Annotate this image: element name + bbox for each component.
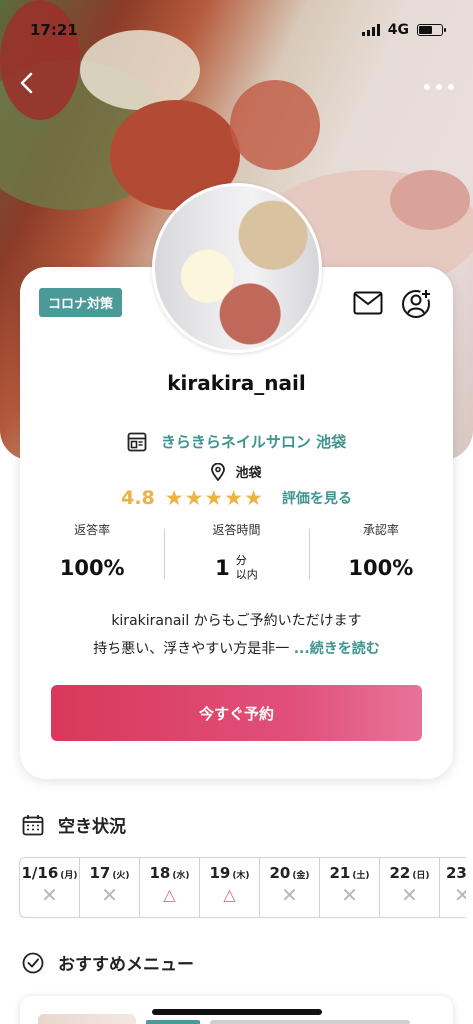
day-of-week: (月)	[60, 871, 78, 881]
description-line: 持ち悪い、浮きやすい方是非一	[93, 641, 290, 657]
menu-thumbnail	[38, 1014, 136, 1024]
day-date: 18	[149, 864, 171, 882]
status-bar: 17:21 4G	[30, 18, 446, 42]
day-cell[interactable]: 20 (金) ✕	[259, 857, 320, 918]
network-type: 4G	[387, 22, 409, 38]
day-cell[interactable]: 22 (日) ✕	[379, 857, 440, 918]
day-date: 21	[329, 864, 351, 882]
more-dots-icon[interactable]	[423, 72, 455, 97]
location-text: 池袋	[235, 466, 262, 481]
salon-name: きらきらネイルサロン 池袋	[160, 433, 347, 451]
day-cell[interactable]: 17 (火) ✕	[79, 857, 140, 918]
stat-unit-top: 分	[235, 554, 247, 567]
avatar[interactable]	[152, 183, 322, 353]
check-circle-icon	[22, 952, 44, 973]
availability-title: 空き状況	[22, 812, 126, 837]
menu-tag	[146, 1020, 200, 1024]
availability-mark: △	[163, 885, 176, 904]
salon-link[interactable]: きらきらネイルサロン 池袋	[20, 431, 453, 452]
home-indicator	[152, 1009, 322, 1015]
rating-stars: ★★★★★	[164, 486, 264, 510]
rating-value: 4.8	[121, 487, 155, 509]
signal-icon	[361, 24, 380, 36]
day-date: 20	[269, 864, 291, 882]
stats-row: 返答率 100% 返答時間 1 分 以内 承認率 100%	[20, 521, 453, 586]
day-cell[interactable]: 19 (木) △	[199, 857, 260, 918]
stat-value: 100%	[59, 556, 125, 580]
day-cell[interactable]: 18 (水) △	[139, 857, 200, 918]
calendar-icon	[22, 814, 44, 835]
day-of-week: (木)	[232, 871, 250, 881]
stat-unit-bottom: 以内	[235, 568, 258, 581]
stat-value: 1	[215, 556, 230, 580]
stat-response-rate: 返答率 100%	[20, 521, 164, 586]
section-title-text: 空き状況	[58, 817, 126, 837]
availability-mark: ✕	[401, 883, 418, 907]
day-of-week: (金)	[292, 871, 310, 881]
rating-row: 4.8 ★★★★★ 評価を見る	[20, 486, 453, 510]
availability-mark: ✕	[341, 883, 358, 907]
corona-badge: コロナ対策	[39, 288, 123, 317]
day-of-week: (火)	[112, 871, 130, 881]
availability-days: 1/16 (月) ✕ 17 (火) ✕ 18 (水) △ 19 (木) △ 20 (金) ✕ 21(…	[19, 857, 466, 918]
stat-value: 100%	[348, 556, 414, 580]
availability-mark: ✕	[101, 883, 118, 907]
profile-description: kirakiranail からもご予約いただけます 持ち悪い、浮きやすい方是非一…	[20, 607, 453, 663]
location-pin-icon	[211, 462, 226, 481]
view-reviews-link[interactable]: 評価を見る	[282, 488, 352, 508]
chevron-left-icon[interactable]	[12, 68, 42, 98]
section-title-text: おすすめメニュー	[58, 955, 194, 975]
store-icon	[127, 432, 147, 451]
book-now-button[interactable]: 今すぐ予約	[51, 685, 422, 741]
day-date: 1/16	[21, 864, 59, 882]
day-date: 22	[389, 864, 411, 882]
follow-user-icon[interactable]	[401, 287, 433, 319]
description-line: kirakiranail からもご予約いただけます	[111, 613, 362, 629]
day-of-week: (水)	[172, 871, 190, 881]
stat-label: 返答時間	[212, 523, 261, 537]
stat-label: 承認率	[362, 523, 399, 537]
day-date: 19	[209, 864, 231, 882]
day-of-week: (日)	[412, 871, 430, 881]
menu-text	[210, 1020, 410, 1024]
stat-response-time: 返答時間 1 分 以内	[164, 521, 308, 586]
day-cell[interactable]: 21 (土) ✕	[319, 857, 380, 918]
day-date: 23	[446, 864, 466, 882]
status-time: 17:21	[30, 21, 78, 39]
availability-mark: △	[223, 885, 236, 904]
day-cell[interactable]: 23 ✕	[439, 857, 466, 918]
stat-approval-rate: 承認率 100%	[308, 521, 453, 586]
availability-mark: ✕	[440, 885, 466, 905]
day-date: 17	[89, 864, 111, 882]
recommended-menu-title: おすすめメニュー	[22, 950, 194, 975]
day-cell[interactable]: 1/16 (月) ✕	[19, 857, 80, 918]
username: kirakira_nail	[167, 371, 306, 395]
location: 池袋	[20, 462, 453, 481]
mail-icon[interactable]	[353, 291, 383, 315]
availability-mark: ✕	[41, 883, 58, 907]
availability-mark: ✕	[281, 883, 298, 907]
day-of-week: (土)	[352, 871, 370, 881]
battery-icon	[417, 24, 446, 36]
stat-label: 返答率	[74, 523, 111, 537]
read-more-link[interactable]: ...続きを読む	[294, 641, 380, 657]
